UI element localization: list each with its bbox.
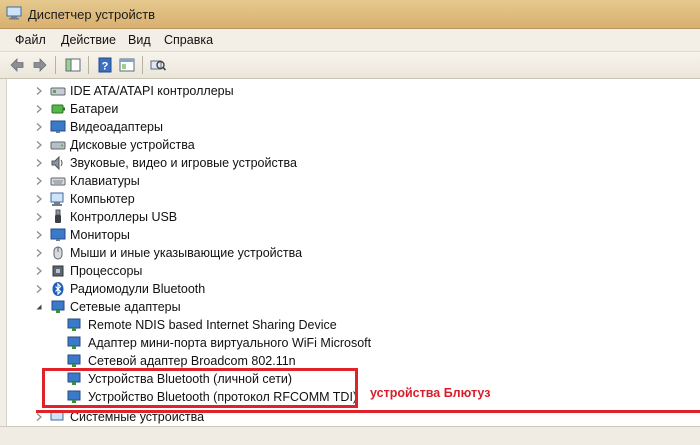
- expand-arrow-icon[interactable]: [36, 249, 42, 257]
- scan-hardware-icon[interactable]: [149, 56, 167, 74]
- keyboard-icon: [50, 177, 66, 186]
- title-bar: Диспетчер устройств: [0, 0, 700, 29]
- monitor-icon: [50, 228, 66, 241]
- expand-arrow-icon[interactable]: [36, 285, 42, 293]
- tree-item-label: Дисковые устройства: [70, 138, 195, 152]
- network-adapter-icon: [51, 300, 65, 313]
- expand-arrow-icon[interactable]: [36, 231, 42, 239]
- computer-icon: [50, 192, 64, 206]
- tree-item-label: Мыши и иные указывающие устройства: [70, 246, 303, 260]
- tree-left-edge: [0, 79, 7, 444]
- window-title: Диспетчер устройств: [28, 7, 156, 22]
- tree-item-label: Батареи: [70, 102, 119, 116]
- highlight-box: [42, 368, 358, 408]
- tree-item-label: Remote NDIS based Internet Sharing Devic…: [88, 318, 337, 332]
- red-underline: [36, 410, 700, 413]
- menu-bar: Файл Действие Вид Справка: [0, 29, 700, 52]
- forward-arrow-icon[interactable]: [31, 56, 49, 74]
- mouse-icon: [53, 246, 63, 260]
- processor-icon: [52, 265, 64, 277]
- tree-item-label: Мониторы: [70, 228, 130, 242]
- tree-item-label: Звуковые, видео и игровые устройства: [70, 156, 297, 170]
- expand-arrow-icon[interactable]: [36, 141, 42, 149]
- tree-item-label: Адаптер мини-порта виртуального WiFi Mic…: [88, 336, 372, 350]
- expand-arrow-icon[interactable]: [36, 413, 42, 421]
- tree-item-label: Контроллеры USB: [70, 210, 178, 224]
- expand-arrow-icon[interactable]: [36, 105, 42, 113]
- collapse-arrow-icon[interactable]: [36, 303, 42, 311]
- status-bar: [0, 426, 700, 445]
- tree-item-label: Радиомодули Bluetooth: [70, 282, 206, 296]
- tree-item-label: IDE ATA/ATAPI контроллеры: [70, 84, 234, 98]
- menu-file[interactable]: Файл: [15, 33, 46, 47]
- properties-icon[interactable]: [118, 56, 136, 74]
- annotation-label: устройства Блютуз: [370, 386, 491, 400]
- help-icon[interactable]: ?: [96, 56, 114, 74]
- network-adapter-icon: [67, 318, 81, 331]
- disk-drive-icon: [50, 141, 66, 150]
- expand-arrow-icon[interactable]: [36, 195, 42, 203]
- back-arrow-icon[interactable]: [8, 56, 26, 74]
- expand-arrow-icon[interactable]: [36, 177, 42, 185]
- show-hide-tree-icon[interactable]: [64, 56, 82, 74]
- network-adapter-icon: [67, 336, 81, 349]
- tree-item-label: Клавиатуры: [70, 174, 140, 188]
- speaker-icon: [51, 155, 63, 171]
- battery-icon: [51, 104, 65, 114]
- tree-item-label: Процессоры: [70, 264, 143, 278]
- menu-action[interactable]: Действие: [61, 33, 116, 47]
- toolbar-separator: [142, 56, 143, 74]
- menu-help[interactable]: Справка: [164, 33, 213, 47]
- toolbar-separator: [88, 56, 89, 74]
- toolbar: ?: [0, 52, 700, 79]
- tree-item-label: Видеоадаптеры: [70, 120, 163, 134]
- toolbar-separator: [55, 56, 56, 74]
- tree-item-label: Сетевые адаптеры: [70, 300, 181, 314]
- menu-view[interactable]: Вид: [128, 33, 151, 47]
- expand-arrow-icon[interactable]: [36, 123, 42, 131]
- display-adapter-icon: [50, 120, 66, 133]
- usb-icon: [55, 209, 61, 223]
- bluetooth-icon: [52, 282, 64, 296]
- network-adapter-icon: [67, 354, 81, 367]
- expand-arrow-icon[interactable]: [36, 159, 42, 167]
- expand-arrow-icon[interactable]: [36, 213, 42, 221]
- expand-arrow-icon[interactable]: [36, 267, 42, 275]
- device-manager-icon: [6, 6, 22, 20]
- ide-controller-icon: [50, 87, 66, 96]
- expand-arrow-icon[interactable]: [36, 87, 42, 95]
- svg-text:?: ?: [102, 61, 109, 73]
- tree-item-label: Сетевой адаптер Broadcom 802.11n: [88, 354, 296, 368]
- tree-item-label: Компьютер: [70, 192, 135, 206]
